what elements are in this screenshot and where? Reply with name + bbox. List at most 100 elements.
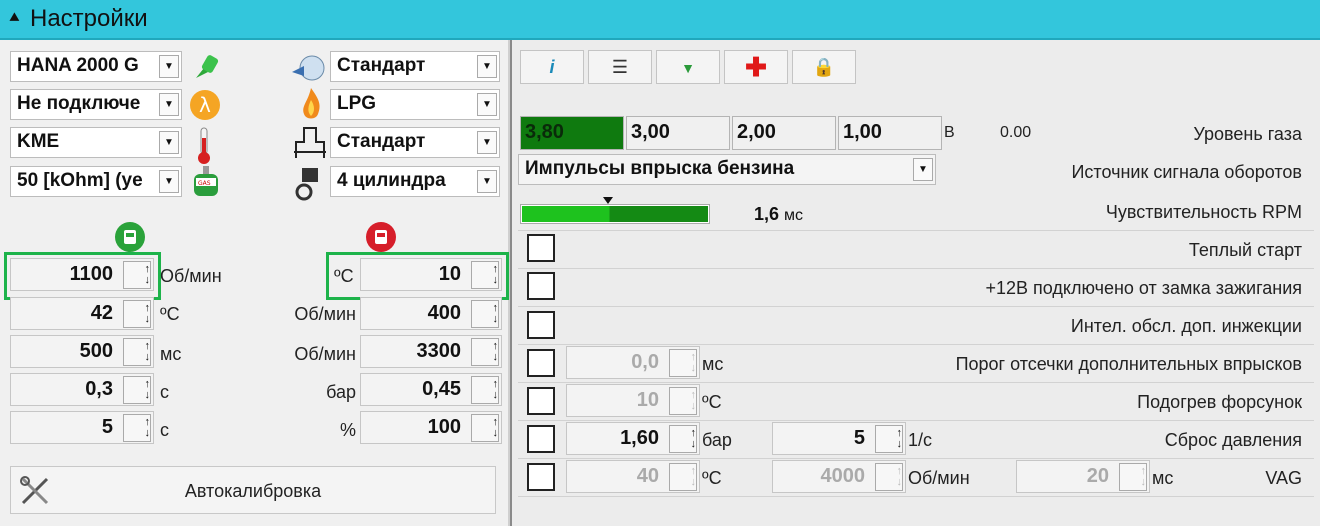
cylinders-combo[interactable]: 4 цилиндра ▼ bbox=[330, 166, 500, 197]
cutoff-threshold-checkbox[interactable] bbox=[527, 349, 555, 377]
col2-unit-3: бар bbox=[326, 382, 356, 402]
ecu-combo[interactable]: HANA 2000 G ▼ bbox=[10, 51, 182, 82]
spin-arrows-icon[interactable]: ↑ ↓ bbox=[875, 463, 903, 491]
ignition-12v-checkbox[interactable] bbox=[527, 272, 555, 300]
chevron-down-icon[interactable]: ▼ bbox=[477, 55, 497, 78]
fuel-combo-value: LPG bbox=[337, 93, 377, 114]
injector-heating-unit: ºC bbox=[702, 392, 722, 412]
gas-level-cell-3[interactable]: 2,00 bbox=[732, 116, 836, 150]
min-pressure-input[interactable]: 0,45 ↑ ↓ bbox=[360, 373, 502, 406]
engine-cylinder-icon bbox=[295, 168, 318, 201]
pressure-release-checkbox[interactable] bbox=[527, 425, 555, 453]
spin-arrows-icon[interactable]: ↑ ↓ bbox=[471, 338, 499, 366]
chevron-down-icon[interactable]: ▼ bbox=[159, 93, 179, 116]
injector-heating-input[interactable]: 10 ↑ ↓ bbox=[566, 384, 700, 417]
spin-arrows-icon[interactable]: ↑ ↓ bbox=[669, 349, 697, 377]
reducer-icon bbox=[292, 55, 325, 81]
pressure-release-input[interactable]: 1,60 ↑ ↓ bbox=[566, 422, 700, 455]
sensitivity-fill bbox=[522, 206, 708, 222]
min-rpm-value: 400 bbox=[427, 302, 461, 324]
cylinder-delay-input[interactable]: 0,3 ↑ ↓ bbox=[10, 373, 154, 406]
sensitivity-slider[interactable] bbox=[520, 197, 710, 224]
switch-gas-temp-input[interactable]: 10 ↑ ↓ bbox=[360, 258, 502, 291]
mode-combo[interactable]: Стандарт ▼ bbox=[330, 51, 500, 82]
spin-arrows-icon[interactable]: ↑ ↓ bbox=[471, 376, 499, 404]
vag-rpm-unit: Об/мин bbox=[908, 468, 970, 488]
chevron-down-icon[interactable]: ▼ bbox=[477, 131, 497, 154]
signal-combo[interactable]: Стандарт ▼ bbox=[330, 127, 500, 158]
max-rpm-input[interactable]: 3300 ↑ ↓ bbox=[360, 335, 502, 368]
chevron-down-icon[interactable]: ▼ bbox=[477, 93, 497, 116]
signal-combo-value: Стандарт bbox=[337, 131, 426, 152]
vag-rpm-value: 4000 bbox=[820, 465, 866, 487]
fuel-combo[interactable]: LPG ▼ bbox=[330, 89, 500, 120]
spin-arrows-icon[interactable]: ↑ ↓ bbox=[669, 463, 697, 491]
list-button[interactable]: ☰ bbox=[588, 50, 652, 84]
spin-arrows-icon[interactable]: ↑ ↓ bbox=[123, 376, 151, 404]
chevron-down-icon[interactable]: ▼ bbox=[159, 55, 179, 78]
spin-arrows-icon[interactable]: ↑ ↓ bbox=[123, 261, 151, 289]
spin-arrows-icon[interactable]: ↑ ↓ bbox=[1119, 463, 1147, 491]
spin-arrows-icon[interactable]: ↑ ↓ bbox=[123, 300, 151, 328]
injector-icon bbox=[196, 55, 219, 78]
divider bbox=[518, 230, 1314, 231]
vag-checkbox[interactable] bbox=[527, 463, 555, 491]
gas-level-cell-2[interactable]: 3,00 bbox=[626, 116, 730, 150]
injector-type-combo[interactable]: KME ▼ bbox=[10, 127, 182, 158]
lock-button[interactable]: 🔒 bbox=[792, 50, 856, 84]
add-button[interactable]: ✚ bbox=[724, 50, 788, 84]
chevron-down-icon[interactable]: ▼ bbox=[477, 170, 497, 193]
gas-delay-input[interactable]: 5 ↑ ↓ bbox=[10, 411, 154, 444]
lambda-combo[interactable]: Не подключе ▼ bbox=[10, 89, 182, 120]
pressure-release-value: 1,60 bbox=[620, 427, 659, 449]
divider bbox=[518, 382, 1314, 383]
max-rpm-value: 3300 bbox=[416, 340, 462, 362]
switch-rpm-value: 1100 bbox=[69, 263, 113, 285]
spin-arrows-icon[interactable]: ↑ ↓ bbox=[471, 414, 499, 442]
gas-level-cell-4[interactable]: 1,00 bbox=[838, 116, 942, 150]
vag-temp-unit: ºC bbox=[702, 468, 722, 488]
vag-time-input[interactable]: 20 ↑ ↓ bbox=[1016, 460, 1150, 493]
switch-delay-input[interactable]: 500 ↑ ↓ bbox=[10, 335, 154, 368]
vag-temp-input[interactable]: 40 ↑ ↓ bbox=[566, 460, 700, 493]
load-percent-input[interactable]: 100 ↑ ↓ bbox=[360, 411, 502, 444]
pressure-release-unit: бар bbox=[702, 430, 732, 450]
cutoff-threshold-input[interactable]: 0,0 ↑ ↓ bbox=[566, 346, 700, 379]
sensor-combo[interactable]: 50 [kOhm] (ye ▼ bbox=[10, 166, 182, 197]
autocalibration-button[interactable]: Автокалибровка bbox=[10, 466, 496, 514]
spin-arrows-icon[interactable]: ↑ ↓ bbox=[669, 387, 697, 415]
info-button[interactable]: i bbox=[520, 50, 584, 84]
extra-injection-checkbox[interactable] bbox=[527, 311, 555, 339]
chevron-down-icon[interactable]: ▼ bbox=[913, 158, 933, 181]
vag-rpm-input[interactable]: 4000 ↑ ↓ bbox=[772, 460, 906, 493]
spin-arrows-icon[interactable]: ↑ ↓ bbox=[471, 261, 499, 289]
slider-thumb-icon[interactable] bbox=[603, 197, 613, 204]
rpm-source-combo[interactable]: Импульсы впрыска бензина ▼ bbox=[518, 154, 936, 185]
spin-arrows-icon[interactable]: ↑ ↓ bbox=[123, 338, 151, 366]
window-title: Настройки bbox=[30, 5, 148, 32]
cutoff-threshold-value: 0,0 bbox=[631, 351, 659, 373]
spin-arrows-icon[interactable]: ↑ ↓ bbox=[669, 425, 697, 453]
svg-text:GAS: GAS bbox=[198, 180, 211, 187]
collapse-chevron-icon[interactable]: ⯅ bbox=[8, 11, 24, 27]
injector-heating-checkbox[interactable] bbox=[527, 387, 555, 415]
pressure-release-rate-input[interactable]: 5 ↑ ↓ bbox=[772, 422, 906, 455]
min-pressure-value: 0,45 bbox=[422, 378, 461, 400]
plug-button[interactable]: ▼ bbox=[656, 50, 720, 84]
gas-level-cell-1[interactable]: 3,80 bbox=[520, 116, 624, 150]
switch-temp-input[interactable]: 42 ↑ ↓ bbox=[10, 297, 154, 330]
gas-level-label: Уровень газа bbox=[1193, 124, 1302, 144]
vag-time-unit: мс bbox=[1152, 468, 1174, 488]
thermometer-icon bbox=[198, 127, 210, 164]
chevron-down-icon[interactable]: ▼ bbox=[159, 131, 179, 154]
gas-unit: В bbox=[944, 124, 955, 141]
min-rpm-input[interactable]: 400 ↑ ↓ bbox=[360, 297, 502, 330]
cylinder-delay-value: 0,3 bbox=[85, 378, 113, 400]
switch-rpm-input[interactable]: 1100 ↑ ↓ bbox=[10, 258, 154, 291]
spin-arrows-icon[interactable]: ↑ ↓ bbox=[123, 414, 151, 442]
spin-arrows-icon[interactable]: ↑ ↓ bbox=[471, 300, 499, 328]
chevron-down-icon[interactable]: ▼ bbox=[159, 170, 179, 193]
warm-start-checkbox[interactable] bbox=[527, 234, 555, 262]
spin-arrows-icon[interactable]: ↑ ↓ bbox=[875, 425, 903, 453]
ecu-combo-value: HANA 2000 G bbox=[17, 55, 139, 76]
